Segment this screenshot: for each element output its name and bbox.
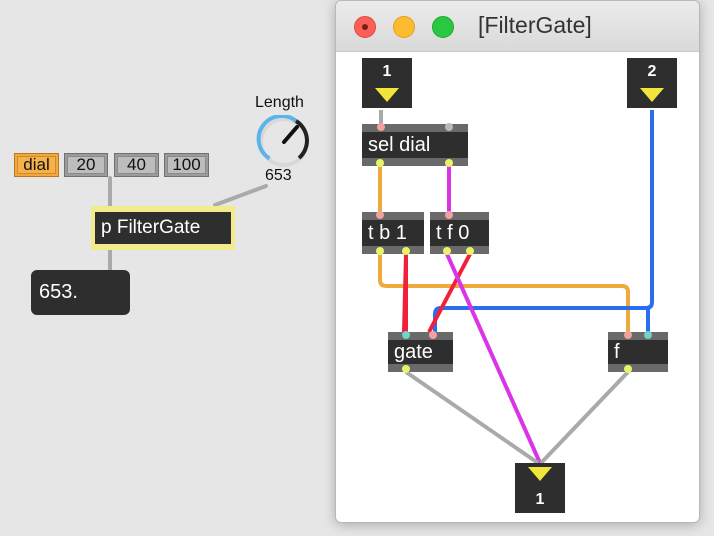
port-dots bbox=[376, 123, 652, 373]
message-label: 20 bbox=[76, 155, 96, 174]
message-label: 40 bbox=[127, 155, 146, 174]
message-label: 100 bbox=[172, 155, 201, 174]
message-label: dial bbox=[23, 155, 50, 174]
